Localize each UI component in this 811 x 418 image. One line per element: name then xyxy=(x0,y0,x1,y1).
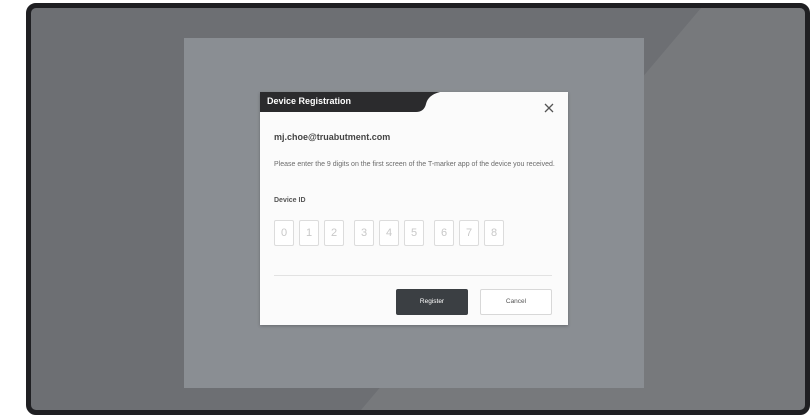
device-registration-dialog: Device Registration mj.choe@truabutment.… xyxy=(260,92,568,325)
device-id-label: Device ID xyxy=(274,197,306,204)
device-id-digits: 0 1 2 3 4 5 6 7 8 xyxy=(274,220,554,246)
device-frame: Device Registration mj.choe@truabutment.… xyxy=(26,3,810,415)
dialog-title: Device Registration xyxy=(267,96,352,106)
device-id-digit-2[interactable]: 1 xyxy=(299,220,319,246)
cancel-button[interactable]: Cancel xyxy=(480,289,552,315)
dialog-title-bar: Device Registration xyxy=(260,92,440,112)
instruction-text: Please enter the 9 digits on the first s… xyxy=(274,161,555,168)
device-id-digit-8[interactable]: 7 xyxy=(459,220,479,246)
dialog-divider xyxy=(274,275,552,276)
device-id-digit-6[interactable]: 5 xyxy=(404,220,424,246)
close-icon[interactable] xyxy=(543,101,555,113)
device-id-digit-1[interactable]: 0 xyxy=(274,220,294,246)
device-id-digit-3[interactable]: 2 xyxy=(324,220,344,246)
device-id-digit-4[interactable]: 3 xyxy=(354,220,374,246)
device-id-digit-9[interactable]: 8 xyxy=(484,220,504,246)
register-button[interactable]: Register xyxy=(396,289,468,315)
device-id-digit-7[interactable]: 6 xyxy=(434,220,454,246)
account-email: mj.choe@truabutment.com xyxy=(274,132,391,142)
device-id-digit-5[interactable]: 4 xyxy=(379,220,399,246)
